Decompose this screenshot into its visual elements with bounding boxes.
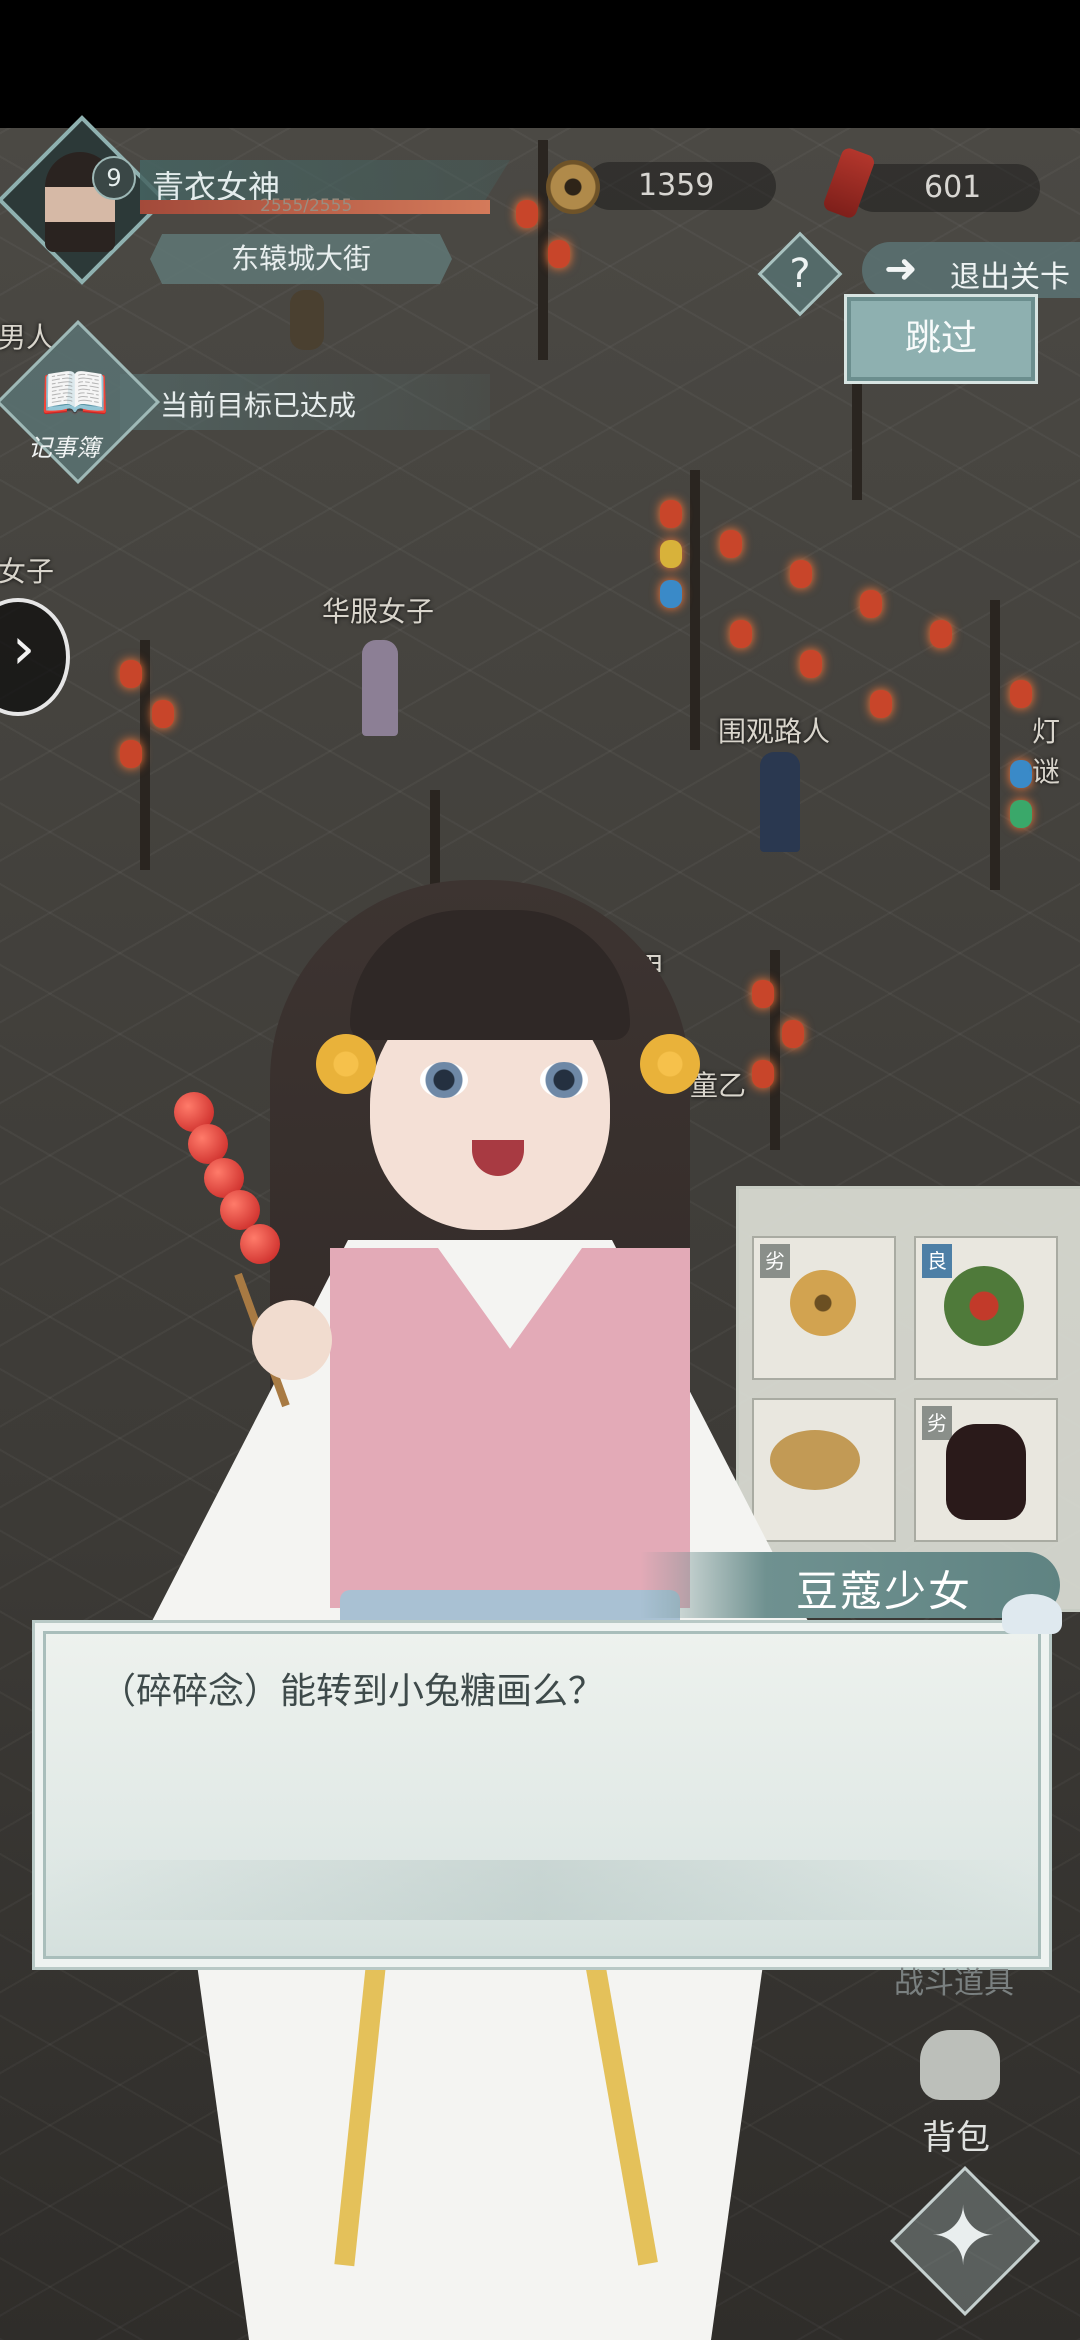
item-tag: 良 [922,1244,952,1278]
lantern [660,580,682,608]
journal-label: 记事簿 [28,434,100,462]
lantern [152,700,174,728]
bag-icon[interactable] [920,2030,1000,2100]
objective-text: 当前目标已达成 [160,389,357,422]
lantern [516,200,538,228]
lantern [1010,800,1032,828]
lantern-pole [690,470,700,750]
hp-text: 2555/2555 [260,196,353,216]
tanghulu-icon [240,1224,280,1264]
lantern [120,740,142,768]
lantern [790,560,812,588]
coin-icon [546,160,600,214]
lantern [930,620,952,648]
npc-label[interactable]: 男人 [0,316,54,356]
dialog-decoration [40,1860,1040,1920]
hair-flower-icon [640,1034,700,1094]
lantern [720,530,742,558]
character-hand [252,1300,332,1380]
lantern [660,540,682,568]
hair-flower-icon [316,1034,376,1094]
battle-items-label[interactable]: 战斗道具 [894,1958,1014,2002]
wine-jar-icon [946,1424,1026,1520]
npc-sprite[interactable] [362,640,398,736]
skip-button[interactable]: 跳过 [844,294,1038,384]
coin-count: 1359 [638,168,715,203]
npc-sprite[interactable] [760,752,800,852]
arrow-right-icon: ➜ [884,246,918,292]
exit-level-label: 退出关卡 [950,260,1070,295]
dialog-text: （碎碎念）能转到小兔糖画么？ [100,1671,605,1712]
lantern [120,660,142,688]
lantern [752,1060,774,1088]
token-count: 601 [924,170,982,205]
character-eye [420,1062,468,1098]
herb-icon [944,1266,1024,1346]
npc-label[interactable]: 围观路人 [718,710,830,750]
lantern-pole [770,950,780,1150]
lantern-pole [538,140,548,360]
npc-label[interactable]: 华服女子 [322,590,434,630]
location-label: 东辕城大街 [150,234,452,284]
lantern [752,980,774,1008]
book-icon: 📖 [40,361,110,426]
question-icon: ? [789,251,811,297]
lantern [730,620,752,648]
npc-label[interactable]: 灯谜 [1032,710,1080,790]
lantern [1010,760,1032,788]
lantern [548,240,570,268]
npc-sprite[interactable] [290,290,324,350]
chevron-right-icon: › [12,614,36,682]
lantern-pole [990,600,1000,890]
character-eye [540,1062,588,1098]
speaker-name: 豆蔻少女 [796,1567,973,1616]
npc-label[interactable]: 女子 [0,550,54,590]
coins-icon [790,1270,856,1336]
lantern [1010,680,1032,708]
lantern [660,500,682,528]
item-tag: 劣 [760,1244,790,1278]
item-tag: 劣 [922,1406,952,1440]
lantern [782,1020,804,1048]
lantern [800,650,822,678]
bag-label[interactable]: 背包 [922,2110,990,2159]
plate-icon [770,1430,860,1490]
compass-icon: ✦ [929,2190,997,2283]
lantern [860,590,882,618]
level-badge: 9 [92,156,136,200]
lotus-icon [1002,1594,1062,1634]
status-bar [0,0,1080,128]
lantern [870,690,892,718]
